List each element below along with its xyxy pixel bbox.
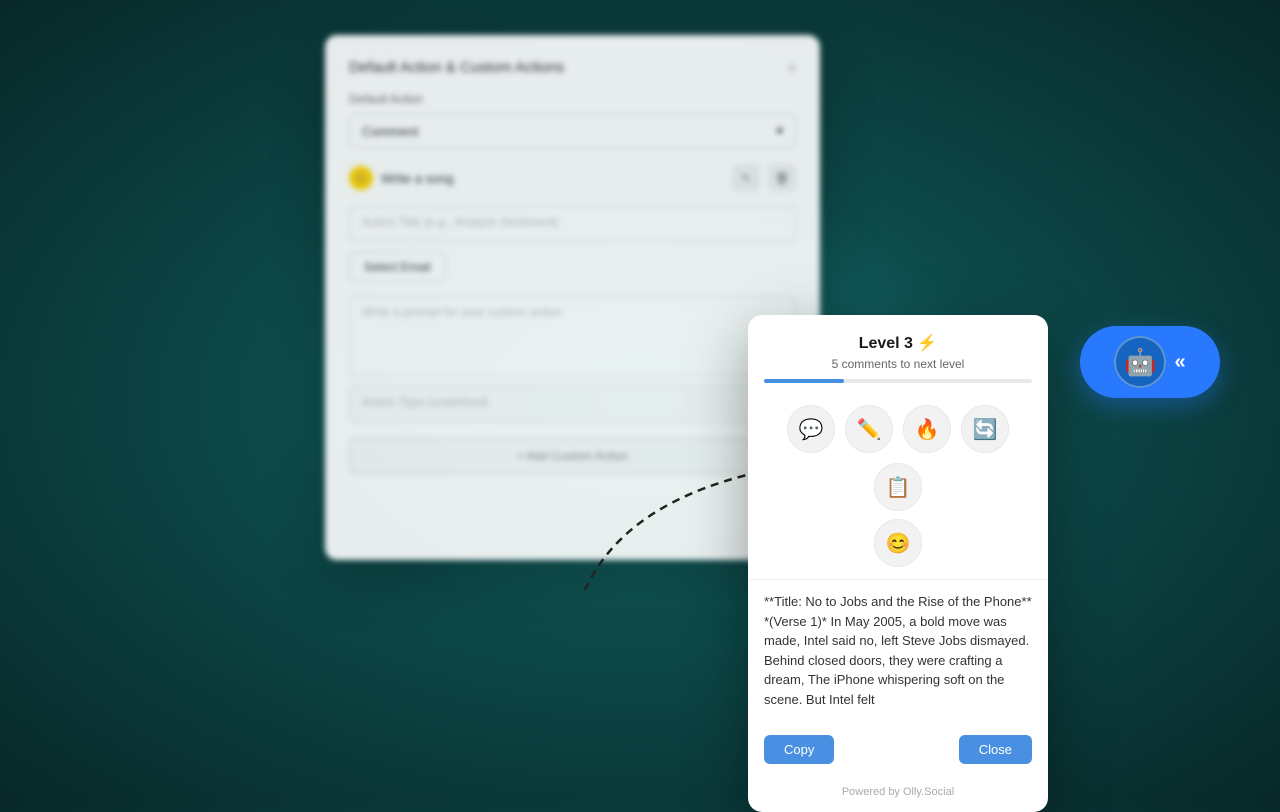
robot-icon: 🤖 — [1114, 336, 1166, 388]
chevron-left-icon: « — [1174, 351, 1185, 374]
icon-comment[interactable]: 💬 — [787, 405, 835, 453]
level-panel: Level 3 ⚡ 5 comments to next level 💬 ✏️ … — [748, 315, 1048, 812]
action-type-select[interactable]: Action Type (undefined) — [349, 386, 796, 422]
close-button[interactable]: Close — [959, 735, 1032, 764]
panel-title: Level 3 ⚡ — [764, 333, 1032, 353]
action-title-input[interactable]: Action Title (e.g., Analyze Sentiment) — [349, 206, 796, 242]
action-icons-row: 💬 ✏️ 🔥 🔄 📋 — [748, 405, 1048, 519]
chevron-down-icon: ▾ — [776, 123, 783, 139]
default-action-label: Default Action — [349, 92, 796, 106]
select-email-button[interactable]: Select Email — [349, 252, 446, 282]
icon-edit[interactable]: ✏️ — [845, 405, 893, 453]
panel-subtitle: 5 comments to next level — [764, 357, 1032, 371]
generated-text-area: **Title: No to Jobs and the Rise of the … — [748, 579, 1048, 721]
add-custom-action-button[interactable]: + Add Custom Action — [349, 438, 796, 474]
copy-button[interactable]: Copy — [764, 735, 834, 764]
prompt-textarea[interactable]: Write a prompt for your custom action — [349, 296, 796, 376]
panel-header: Level 3 ⚡ 5 comments to next level — [748, 315, 1048, 405]
icon-clipboard[interactable]: 📋 — [874, 463, 922, 511]
default-action-select[interactable]: Comment ▾ — [349, 114, 796, 148]
progress-track — [764, 379, 1032, 383]
action-icons-second-row: 😊 — [748, 519, 1048, 579]
progress-fill — [764, 379, 844, 383]
generated-text: **Title: No to Jobs and the Rise of the … — [764, 592, 1032, 709]
panel-actions: Copy Close — [748, 721, 1048, 778]
bg-modal-close-icon[interactable]: × — [788, 60, 796, 76]
icon-fire[interactable]: 🔥 — [903, 405, 951, 453]
custom-action-row: 🙂 Write a song ✎ 🗑 — [349, 164, 796, 192]
icon-refresh[interactable]: 🔄 — [961, 405, 1009, 453]
delete-action-button[interactable]: 🗑 — [768, 164, 796, 192]
bg-modal-title: Default Action & Custom Actions × — [349, 59, 796, 76]
robot-widget[interactable]: 🤖 « — [1080, 326, 1220, 398]
panel-footer: Powered by Olly.Social — [748, 778, 1048, 812]
action-emoji: 🙂 — [349, 166, 373, 190]
edit-action-button[interactable]: ✎ — [732, 164, 760, 192]
icon-smile[interactable]: 😊 — [874, 519, 922, 567]
background-modal: Default Action & Custom Actions × Defaul… — [325, 35, 820, 560]
action-text: Write a song — [381, 171, 724, 186]
